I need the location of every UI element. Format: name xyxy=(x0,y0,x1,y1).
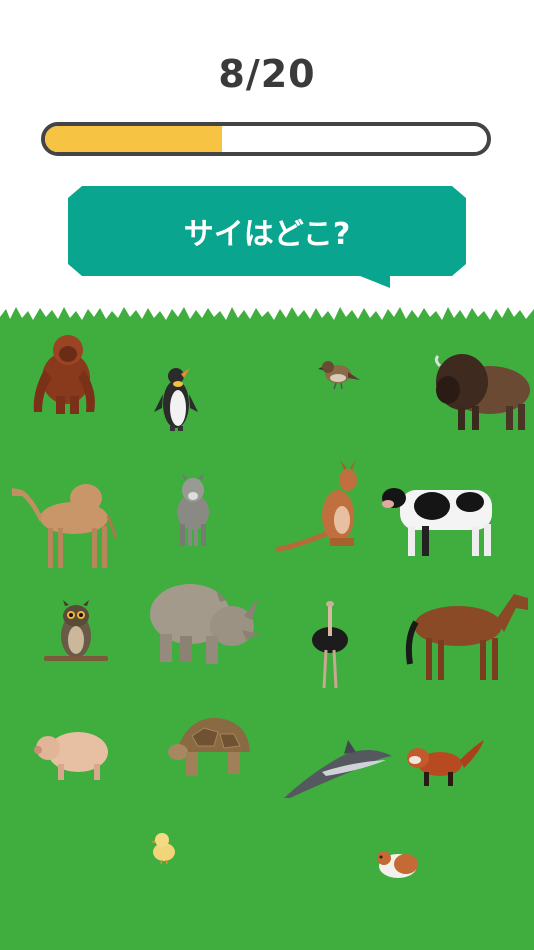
animal-kangaroo[interactable] xyxy=(274,458,370,552)
animal-camel[interactable] xyxy=(8,476,118,570)
animal-horse[interactable] xyxy=(404,586,534,684)
animal-owl[interactable] xyxy=(42,600,110,672)
animal-orangutan[interactable] xyxy=(28,330,100,416)
orangutan-icon xyxy=(33,335,95,414)
progress-counter: 8/20 xyxy=(218,52,316,96)
animal-cow[interactable] xyxy=(382,480,502,560)
progress-bar xyxy=(41,122,491,156)
animal-chick[interactable] xyxy=(150,830,178,864)
animal-dolphin[interactable] xyxy=(282,736,394,800)
grass-edge xyxy=(0,307,534,327)
animal-wolf[interactable] xyxy=(172,474,214,548)
animal-red-panda[interactable] xyxy=(404,736,486,788)
progress-fill xyxy=(45,126,222,152)
animal-rhinoceros[interactable] xyxy=(146,574,262,668)
animal-bison[interactable] xyxy=(432,346,534,432)
animal-tortoise[interactable] xyxy=(168,712,256,780)
animal-penguin[interactable] xyxy=(152,364,200,432)
animal-sparrow[interactable] xyxy=(318,356,360,390)
question-text: サイはどこ? xyxy=(183,217,351,252)
animal-pig[interactable] xyxy=(34,724,112,782)
animal-ostrich[interactable] xyxy=(308,600,352,690)
animal-guinea-pig[interactable] xyxy=(376,842,420,882)
